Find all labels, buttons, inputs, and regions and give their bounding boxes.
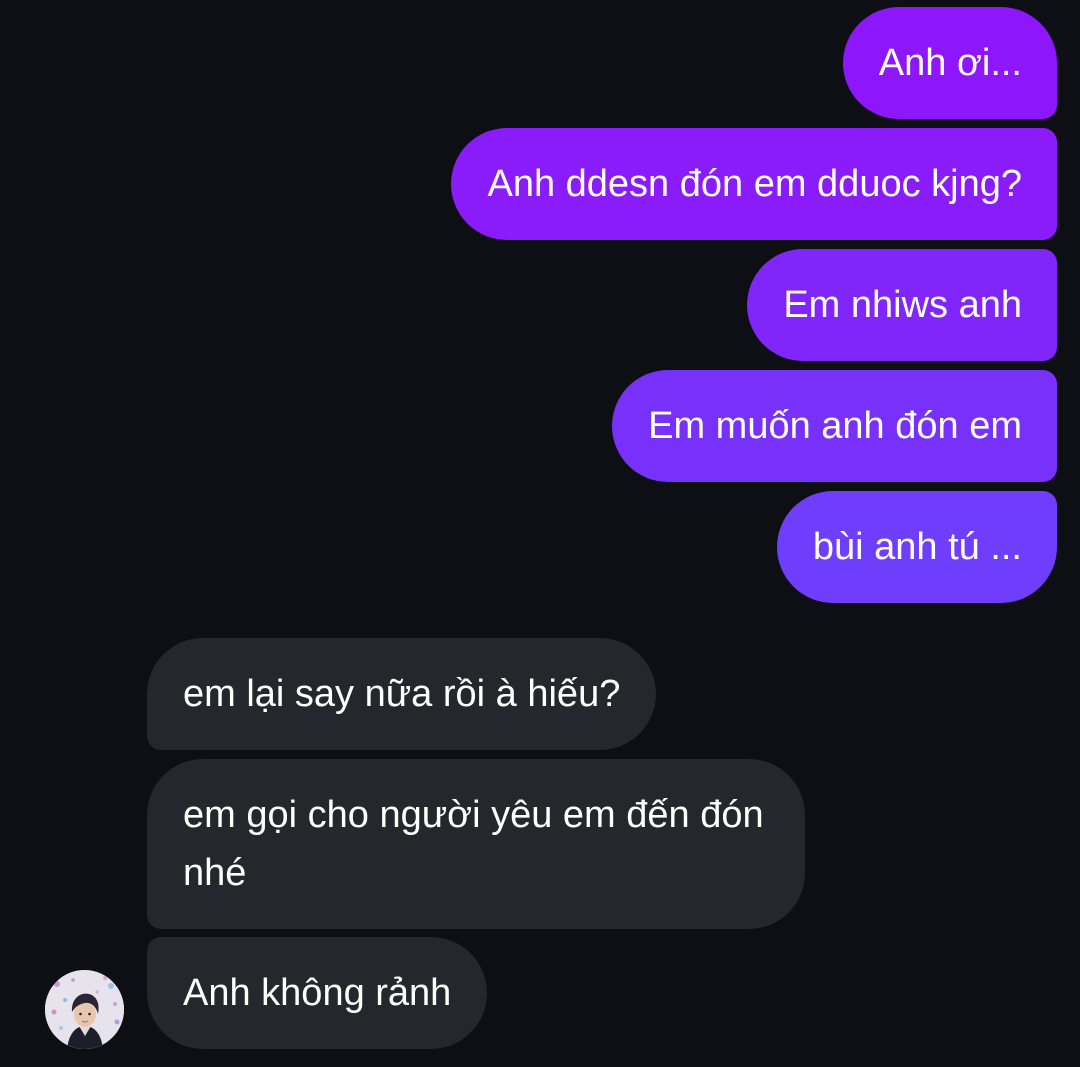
sent-message-bubble[interactable]: bùi anh tú ... [776, 491, 1057, 603]
sent-message-bubble[interactable]: Anh ddesn đón em dduoc kjng? [451, 128, 1057, 240]
received-message-bubble[interactable]: Anh không rảnh [147, 937, 488, 1049]
received-message-bubble[interactable]: em lại say nữa rồi à hiếu? [147, 638, 657, 750]
contact-avatar[interactable] [45, 970, 124, 1049]
sent-message-bubble[interactable]: Em muốn anh đón em [612, 370, 1057, 482]
received-message-bubble[interactable]: em gọi cho người yêu em đến đón nhé [147, 759, 805, 929]
contact-avatar-photo-icon [45, 970, 124, 1049]
sent-message-bubble[interactable]: Em nhiws anh [747, 249, 1057, 361]
sent-message-bubble[interactable]: Anh ơi... [842, 7, 1057, 119]
